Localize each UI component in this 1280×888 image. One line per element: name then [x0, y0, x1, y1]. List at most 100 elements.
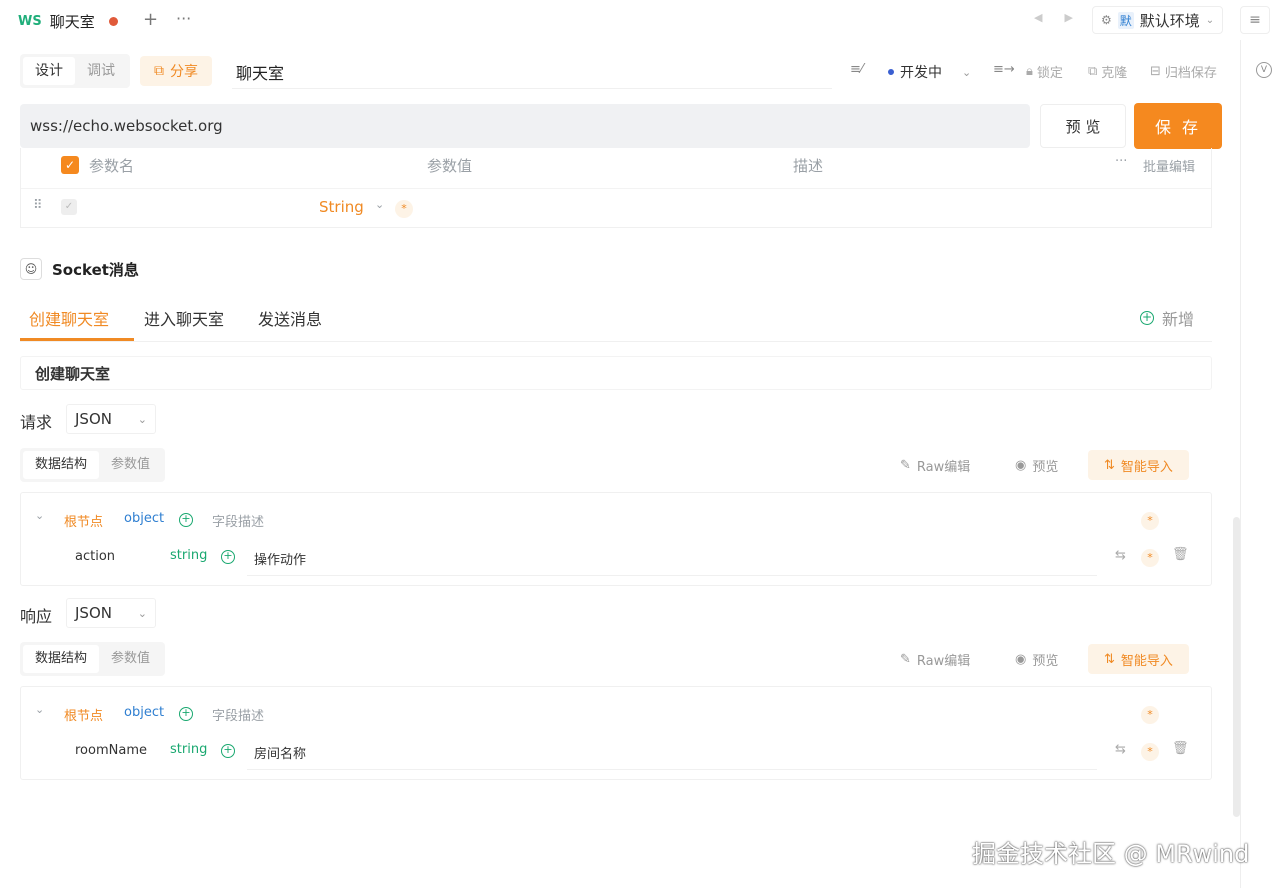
archive-button[interactable]: ⊟ 归档保存 [1150, 62, 1217, 81]
field-name[interactable]: action [75, 549, 115, 564]
more-tabs-icon[interactable]: ··· [176, 9, 191, 28]
select-all-checkbox[interactable]: ✓ [61, 156, 79, 174]
bulk-edit-button[interactable]: 批量编辑 [1143, 156, 1195, 175]
schema-field-row: roomName string + 房间名称 ⇆ * 🗑︎ [21, 733, 1211, 771]
field-name[interactable]: roomName [75, 743, 147, 758]
archive-icon: ⊟ [1150, 64, 1161, 79]
message-name-input[interactable]: 创建聊天室 [20, 356, 1212, 390]
trash-icon[interactable]: 🗑︎ [1172, 741, 1189, 756]
tab-send-message[interactable]: 发送消息 [258, 306, 322, 330]
schema-root-row: ⌄ 根节点 object + 字段描述 * [21, 503, 1211, 541]
top-tab-bar: WS 聊天室 + ··· ◀▶ ⚙ 默 默认环境 ⌄ ≡ [0, 0, 1280, 40]
share-icon: ⧉ [154, 63, 164, 79]
watermark: 掘金技术社区 @ MRwind [972, 840, 1250, 868]
tab-design[interactable]: 设计 [23, 57, 75, 85]
collapse-chevron-icon[interactable]: ⌄ [35, 703, 44, 716]
mode-switch: 设计 调试 [20, 54, 130, 88]
tab-create-room[interactable]: 创建聊天室 [29, 306, 109, 330]
required-star-icon[interactable]: * [395, 200, 413, 218]
field-desc[interactable]: 房间名称 [254, 743, 306, 762]
collapse-chevron-icon[interactable]: ⌄ [35, 509, 44, 522]
type-select[interactable]: String [319, 198, 364, 216]
environment-select[interactable]: ⚙ 默 默认环境 ⌄ [1092, 6, 1224, 34]
gear-icon: ⚙ [1101, 13, 1112, 27]
document-name-underline [232, 88, 832, 89]
chevron-down-icon: ⌄ [962, 65, 972, 79]
tab-data-structure[interactable]: 数据结构 [23, 451, 100, 479]
lock-button[interactable]: 🔒︎ 锁定 [1026, 62, 1063, 81]
required-star-icon[interactable]: * [1141, 706, 1159, 724]
add-child-icon[interactable]: + [179, 513, 193, 527]
add-sibling-icon[interactable]: + [221, 744, 235, 758]
required-star-icon[interactable]: * [1141, 743, 1159, 761]
save-button[interactable]: 保 存 [1134, 103, 1222, 149]
url-input[interactable]: wss://echo.websocket.org [20, 104, 1030, 148]
response-format-select[interactable]: JSON ⌄ [66, 598, 156, 628]
root-desc-input[interactable]: 字段描述 [212, 511, 264, 530]
add-message-button[interactable]: + 新增 [1139, 306, 1194, 330]
eye-icon: ◉ [1015, 652, 1027, 667]
root-node-type[interactable]: object [124, 705, 164, 720]
add-child-icon[interactable]: + [179, 707, 193, 721]
field-type[interactable]: string [170, 548, 207, 563]
tab-debug[interactable]: 调试 [75, 57, 127, 85]
new-tab-icon[interactable]: + [143, 9, 158, 30]
swap-icon[interactable]: ⇆ [1115, 548, 1126, 563]
required-star-icon[interactable]: * [1141, 512, 1159, 530]
column-header-name: 参数名 [89, 157, 135, 175]
root-node-type[interactable]: object [124, 511, 164, 526]
share-button[interactable]: ⧉ 分享 [140, 56, 212, 86]
add-label: 新增 [1161, 310, 1194, 329]
params-header-row: ✓ 参数名 参数值 描述 ··· 批量编辑 [21, 148, 1211, 184]
schema-root-row: ⌄ 根节点 object + 字段描述 * [21, 697, 1211, 735]
field-desc-underline [247, 769, 1097, 770]
tab-data-structure[interactable]: 数据结构 [23, 645, 100, 673]
format-icon[interactable]: ≡⁄ [850, 62, 863, 77]
smart-import-label: 智能导入 [1120, 653, 1173, 669]
tab-param-values[interactable]: 参数值 [99, 645, 162, 673]
smart-import-button[interactable]: ⇅ 智能导入 [1088, 450, 1189, 480]
env-badge: 默 [1117, 11, 1134, 29]
smart-import-button[interactable]: ⇅ 智能导入 [1088, 644, 1189, 674]
drag-handle-icon[interactable]: ⠿ [33, 198, 43, 213]
swap-icon[interactable]: ⇆ [1115, 742, 1126, 757]
trash-icon[interactable]: 🗑︎ [1172, 547, 1189, 562]
import-icon: ⇅ [1104, 457, 1115, 473]
more-icon[interactable]: ··· [1115, 154, 1127, 169]
import-icon: ⇅ [1104, 651, 1115, 667]
root-desc-input[interactable]: 字段描述 [212, 705, 264, 724]
preview-button[interactable]: 预 览 [1040, 104, 1126, 148]
field-desc-underline [247, 575, 1097, 576]
indent-icon[interactable]: ≡→ [993, 62, 1015, 77]
row-checkbox[interactable]: ✓ [61, 199, 77, 215]
required-star-icon[interactable]: * [1141, 549, 1159, 567]
request-format-select[interactable]: JSON ⌄ [66, 404, 156, 434]
version-icon[interactable]: V [1256, 62, 1272, 78]
document-name[interactable]: 聊天室 [236, 60, 284, 84]
field-desc[interactable]: 操作动作 [254, 549, 306, 568]
tab-nav-arrows-icon[interactable]: ◀▶ [1034, 11, 1095, 24]
document-tab[interactable]: WS 聊天室 [8, 4, 128, 38]
raw-edit-button[interactable]: ✎ Raw编辑 [900, 456, 970, 475]
raw-edit-button[interactable]: ✎ Raw编辑 [900, 650, 970, 669]
chevron-down-icon[interactable]: ⌄ [375, 198, 384, 211]
preview-schema-button[interactable]: ◉ 预览 [1015, 456, 1058, 475]
clone-button[interactable]: ⧉ 克隆 [1088, 62, 1127, 81]
eye-icon: ◉ [1015, 458, 1027, 473]
preview-label: 预览 [1032, 654, 1059, 669]
message-tabs: 创建聊天室 进入聊天室 发送消息 + 新增 [20, 296, 1212, 342]
archive-label: 归档保存 [1164, 66, 1217, 81]
status-select[interactable]: 开发中 ⌄ [888, 62, 971, 82]
chevron-down-icon: ⌄ [137, 412, 147, 426]
preview-schema-button[interactable]: ◉ 预览 [1015, 650, 1058, 669]
clone-icon: ⧉ [1088, 64, 1098, 79]
column-header-desc: 描述 [793, 157, 824, 175]
menu-button[interactable]: ≡ [1240, 6, 1270, 34]
tab-param-values[interactable]: 参数值 [99, 451, 162, 479]
tab-enter-room[interactable]: 进入聊天室 [144, 306, 224, 330]
edit-icon: ✎ [900, 652, 911, 667]
add-sibling-icon[interactable]: + [221, 550, 235, 564]
vertical-scrollbar[interactable] [1233, 517, 1240, 817]
field-type[interactable]: string [170, 742, 207, 757]
table-row: ⠿ ✓ String ⌄ * [21, 188, 1211, 224]
